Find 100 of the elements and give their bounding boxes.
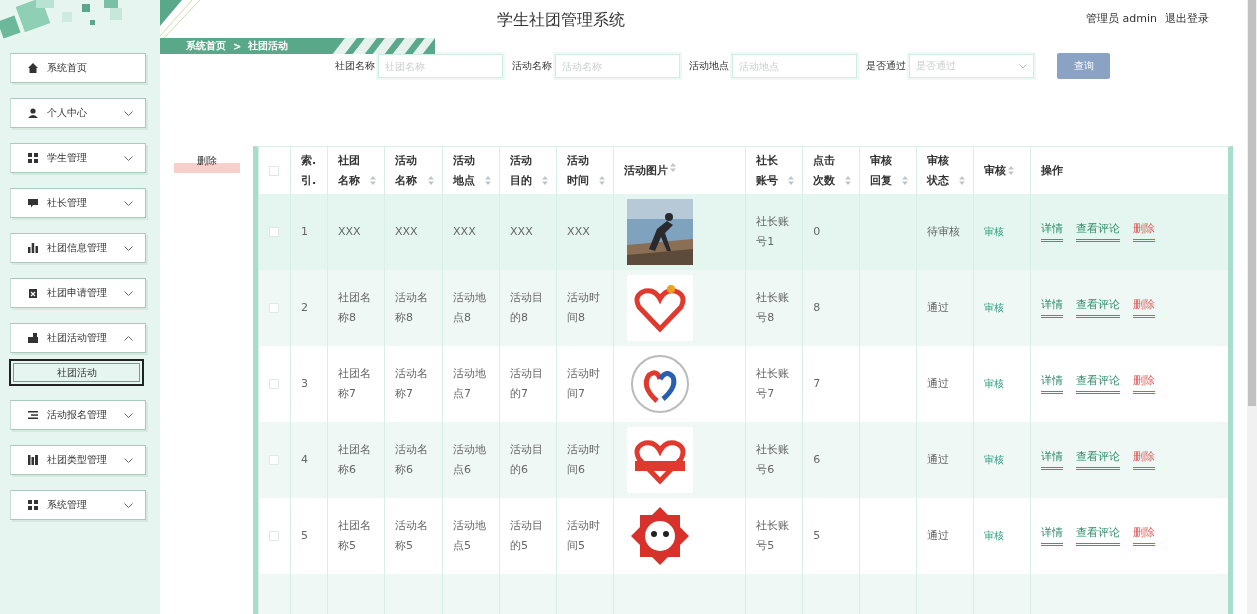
sort-icon[interactable] (1008, 166, 1015, 176)
caret-icon (124, 457, 133, 463)
detail-link[interactable]: 详情 (1041, 373, 1064, 395)
menu-item[interactable]: 社长管理 (10, 188, 146, 218)
comments-link[interactable]: 查看评论 (1076, 525, 1121, 547)
detail-link[interactable]: 详情 (1041, 221, 1064, 243)
sort-icon[interactable] (485, 176, 492, 186)
table-cell: 活动时间7 (567, 367, 601, 400)
review-link[interactable]: 审核 (984, 302, 1005, 314)
table-cell: 社长账号5 (756, 519, 790, 552)
menu-item[interactable]: 社团活动管理 (10, 323, 146, 353)
menu-icon (28, 108, 38, 118)
table-cell: 社团名称6 (338, 443, 372, 476)
table-cell: 社团名称5 (338, 519, 372, 552)
caret-icon (124, 502, 133, 508)
table-cell: 0 (813, 225, 821, 239)
delete-link[interactable]: 删除 (1133, 449, 1156, 471)
comments-link[interactable]: 查看评论 (1076, 221, 1121, 243)
menu-item[interactable]: 学生管理 (10, 143, 146, 173)
table-cell: 活动时间5 (567, 519, 601, 552)
table-cell: 活动目的7 (510, 367, 544, 400)
breadcrumb-link[interactable]: 系统首页 (186, 39, 226, 53)
menu-item[interactable]: 个人中心 (10, 98, 146, 128)
column-header: 点击次数 (813, 152, 837, 189)
delete-link[interactable]: 删除 (1133, 373, 1156, 395)
table-cell: 8 (813, 301, 821, 315)
logout-link[interactable]: 退出登录 (1165, 11, 1209, 26)
table-cell: 活动目的6 (510, 443, 544, 476)
sort-icon[interactable] (599, 176, 606, 186)
sort-icon[interactable] (542, 176, 549, 186)
detail-link[interactable]: 详情 (1041, 297, 1064, 319)
status-text: 通过 (927, 529, 950, 543)
table-cell: XXX (395, 225, 418, 239)
menu-icon (28, 63, 38, 73)
breadcrumb-link[interactable]: 社团活动 (248, 39, 289, 53)
menu-icon (28, 455, 38, 465)
column-header: 审核回复 (870, 152, 894, 189)
sort-icon[interactable] (670, 163, 677, 173)
column-header: 活动名称 (395, 152, 419, 189)
menu-item[interactable]: 系统管理 (10, 490, 146, 520)
menu-icon (28, 410, 38, 420)
sort-icon[interactable] (428, 176, 435, 186)
table-cell: XXX (338, 225, 361, 239)
comments-link[interactable]: 查看评论 (1076, 297, 1121, 319)
delete-link[interactable]: 删除 (1133, 525, 1156, 547)
status-text: 通过 (927, 377, 950, 391)
checkbox[interactable] (269, 303, 279, 314)
menu-item[interactable]: 社团申请管理 (10, 278, 146, 308)
menu-icon (28, 198, 38, 208)
detail-link[interactable]: 详情 (1041, 525, 1064, 547)
table-cell: 社长账号7 (756, 367, 790, 400)
review-link[interactable]: 审核 (984, 226, 1005, 238)
menu-item[interactable]: 活动报名管理 (10, 400, 146, 430)
detail-link[interactable]: 详情 (1041, 449, 1064, 471)
table-cell: 活动目的8 (510, 291, 544, 324)
caret-icon (124, 245, 133, 251)
delete-link[interactable]: 删除 (1133, 297, 1156, 319)
comments-link[interactable]: 查看评论 (1076, 449, 1121, 471)
column-header: 操作 (1041, 162, 1064, 179)
checkbox[interactable] (269, 379, 279, 390)
status-text: 待审核 (927, 225, 961, 239)
app-title: 学生社团管理系统 (497, 10, 625, 31)
sort-icon[interactable] (959, 176, 966, 186)
column-header: 索.引. (301, 152, 318, 189)
user-label: 管理员 admin (1086, 11, 1157, 26)
caret-icon (124, 200, 133, 206)
menu-icon (28, 333, 38, 343)
sort-icon[interactable] (370, 176, 377, 186)
submenu-item[interactable]: 社团活动 (9, 359, 144, 386)
table-cell: XXX (510, 225, 533, 239)
menu-item[interactable]: 社团信息管理 (10, 233, 146, 263)
sort-icon[interactable] (902, 176, 909, 186)
review-link[interactable]: 审核 (984, 530, 1005, 542)
status-text: 通过 (927, 453, 950, 467)
column-header: 审核 (984, 162, 1007, 179)
menu-item[interactable]: 系统首页 (10, 53, 146, 83)
table-row[interactable]: 2 社团名称8 活动名称8 活动地点8 活动目的8 活动时间8 社长账号8 8 通过 审核 详情 查看评论 删除 (258, 270, 1228, 346)
table-row[interactable]: 1 XXX XXX XXX XXX XXX 社长账号1 0 待审核 审核 详情 查看评论 删除 (258, 194, 1228, 270)
review-link[interactable]: 审核 (984, 454, 1005, 466)
table-cell: 社团名称8 (338, 291, 372, 324)
comments-link[interactable]: 查看评论 (1076, 373, 1121, 395)
search-button[interactable]: 查询 (1057, 53, 1110, 79)
table-row[interactable]: 4 社团名称6 活动名称6 活动地点6 活动目的6 活动时间6 社长账号6 6 通过 审核 详情 查看评论 删除 (258, 422, 1228, 498)
scrollbar[interactable] (1247, 0, 1257, 614)
checkbox[interactable] (269, 531, 279, 542)
delete-button[interactable]: 删除 (174, 154, 240, 173)
sort-icon[interactable] (845, 176, 852, 186)
table-cell: 活动时间8 (567, 291, 601, 324)
review-link[interactable]: 审核 (984, 378, 1005, 390)
checkbox[interactable] (269, 165, 279, 176)
status-text: 通过 (927, 301, 950, 315)
table-cell: 活动名称6 (395, 443, 429, 476)
delete-link[interactable]: 删除 (1133, 221, 1156, 243)
table-cell: 4 (301, 453, 308, 467)
sort-icon[interactable] (788, 176, 795, 186)
table-cell: 活动地点7 (453, 367, 487, 400)
menu-item[interactable]: 社团类型管理 (10, 445, 146, 475)
table-cell: 活动名称5 (395, 519, 429, 552)
checkbox[interactable] (269, 227, 279, 238)
checkbox[interactable] (269, 455, 279, 466)
